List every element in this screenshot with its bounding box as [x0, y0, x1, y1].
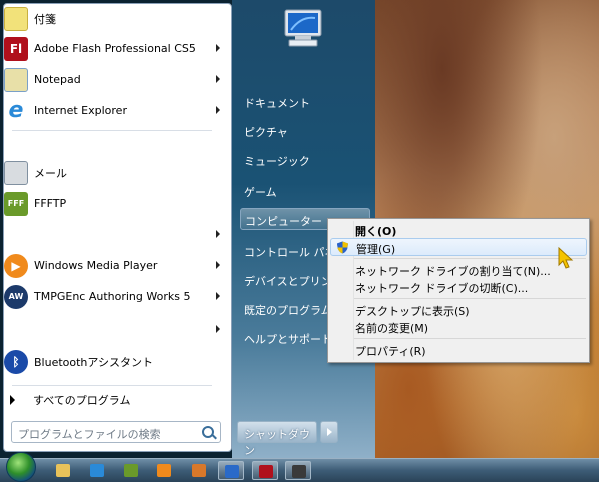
submenu-arrow-icon[interactable] [216, 75, 220, 83]
tmpgenc-icon: AW [4, 284, 28, 309]
program-item-blank[interactable] [4, 221, 226, 248]
start-menu: 付箋 Fl Adobe Flash Professional CS5 Notep… [0, 0, 375, 458]
submenu-arrow-icon[interactable] [216, 261, 220, 269]
taskbar-button[interactable] [151, 461, 177, 480]
right-item-pictures[interactable]: ピクチャ [244, 124, 288, 140]
mouse-cursor-icon [558, 247, 574, 269]
menu-item-manage-label: 管理(G) [356, 243, 396, 256]
program-item-bluetooth[interactable]: ᛒ Bluetoothアシスタント [4, 348, 226, 375]
menu-separator [354, 298, 586, 299]
search-icon[interactable] [202, 426, 214, 438]
adobe-flash-icon: Fl [4, 36, 28, 61]
right-item-games[interactable]: ゲーム [244, 184, 277, 200]
taskbar-button[interactable] [84, 461, 110, 480]
right-item-help-support[interactable]: ヘルプとサポート [244, 331, 332, 347]
right-item-documents[interactable]: ドキュメント [244, 95, 310, 111]
menu-item-show-on-desktop[interactable]: デスクトップに表示(S) [354, 301, 587, 319]
uac-shield-icon [337, 241, 348, 254]
menu-item-disconnect-network-drive[interactable]: ネットワーク ドライブの切断(C)... [354, 278, 587, 296]
taskbar-button[interactable] [285, 461, 311, 480]
computer-context-menu: 開く(O) 管理(G) ネットワーク ドライブの割り当て(N)... ネットワー… [327, 218, 590, 363]
adobe-flash-icon [259, 465, 273, 478]
program-item-notepad[interactable]: Notepad [4, 66, 226, 93]
program-label: メール [34, 166, 67, 180]
right-item-music[interactable]: ミュージック [244, 153, 310, 169]
right-item-default-programs[interactable]: 既定のプログラム [244, 302, 332, 318]
menu-item-manage[interactable]: 管理(G) [330, 238, 587, 256]
menu-item-rename[interactable]: 名前の変更(M) [354, 318, 587, 336]
program-item-blank-2[interactable] [4, 316, 226, 343]
blank-icon [4, 318, 28, 342]
taskbar-button[interactable] [218, 461, 244, 480]
program-label: Notepad [34, 73, 81, 86]
program-label: 付箋 [34, 12, 56, 26]
submenu-arrow-icon[interactable] [216, 106, 220, 114]
program-item-media-player[interactable]: ▶ Windows Media Player [4, 252, 226, 279]
submenu-arrow-icon[interactable] [216, 230, 220, 238]
media-player-icon: ▶ [4, 253, 28, 278]
submenu-arrow-icon[interactable] [216, 325, 220, 333]
menu-item-properties[interactable]: プロパティ(R) [354, 341, 587, 359]
program-item-mail[interactable]: メール [4, 159, 226, 186]
computer-user-icon [284, 9, 322, 47]
taskbar-button[interactable] [118, 461, 144, 480]
submenu-arrow-icon[interactable] [216, 292, 220, 300]
program-item-adobe-flash[interactable]: Fl Adobe Flash Professional CS5 [4, 35, 226, 62]
blank-icon [4, 223, 28, 247]
taskbar-button[interactable] [252, 461, 278, 480]
program-label: TMPGEnc Authoring Works 5 [34, 290, 191, 303]
taskbar-button[interactable] [186, 461, 212, 480]
shutdown-button[interactable]: シャットダウン [237, 421, 317, 457]
all-programs-label: すべてのプログラム [33, 394, 131, 407]
internet-explorer-icon: e [8, 98, 24, 123]
program-item-internet-explorer[interactable]: e Internet Explorer [4, 97, 226, 124]
submenu-arrow-icon[interactable] [216, 44, 220, 52]
start-button[interactable] [6, 452, 36, 482]
menu-item-map-network-drive[interactable]: ネットワーク ドライブの割り当て(N)... [354, 261, 587, 279]
network-download-icon [225, 465, 239, 478]
mail-icon [4, 160, 28, 185]
program-item-ffftp[interactable]: FFF FFFTP [4, 190, 226, 217]
search-input[interactable]: プログラムとファイルの検索 [11, 421, 221, 443]
all-programs-button[interactable]: すべてのプログラム [10, 392, 130, 408]
screenshot-tool-icon [292, 465, 306, 478]
program-label: Bluetoothアシスタント [34, 355, 153, 369]
menu-item-open[interactable]: 開く(O) [354, 221, 587, 239]
menu-separator [354, 338, 586, 339]
image-viewer-icon [192, 464, 206, 477]
triangle-right-icon [10, 395, 15, 405]
shutdown-options-button[interactable] [320, 421, 338, 443]
pinned-divider [12, 130, 212, 131]
program-label: Windows Media Player [34, 259, 158, 272]
bluetooth-icon: ᛒ [4, 349, 28, 374]
media-player-icon [157, 464, 171, 477]
ffftp-icon: FFF [4, 191, 28, 216]
explorer-folder-icon [56, 464, 70, 477]
program-item-tmpgenc[interactable]: AW TMPGEnc Authoring Works 5 [4, 283, 226, 310]
menu-separator [354, 258, 586, 259]
taskbar-button[interactable] [50, 461, 76, 480]
program-label: Internet Explorer [34, 104, 127, 117]
program-item-sticky-notes[interactable]: 付箋 [4, 5, 226, 32]
notepad-icon [4, 67, 28, 92]
search-placeholder: プログラムとファイルの検索 [18, 428, 161, 441]
program-label: Adobe Flash Professional CS5 [34, 42, 196, 55]
all-programs-divider [12, 385, 212, 386]
ffftp-icon [124, 464, 138, 477]
program-label: FFFTP [34, 197, 67, 210]
internet-explorer-icon [90, 464, 104, 477]
right-item-control-panel[interactable]: コントロール パネ [244, 244, 336, 260]
sticky-notes-icon [4, 6, 28, 31]
